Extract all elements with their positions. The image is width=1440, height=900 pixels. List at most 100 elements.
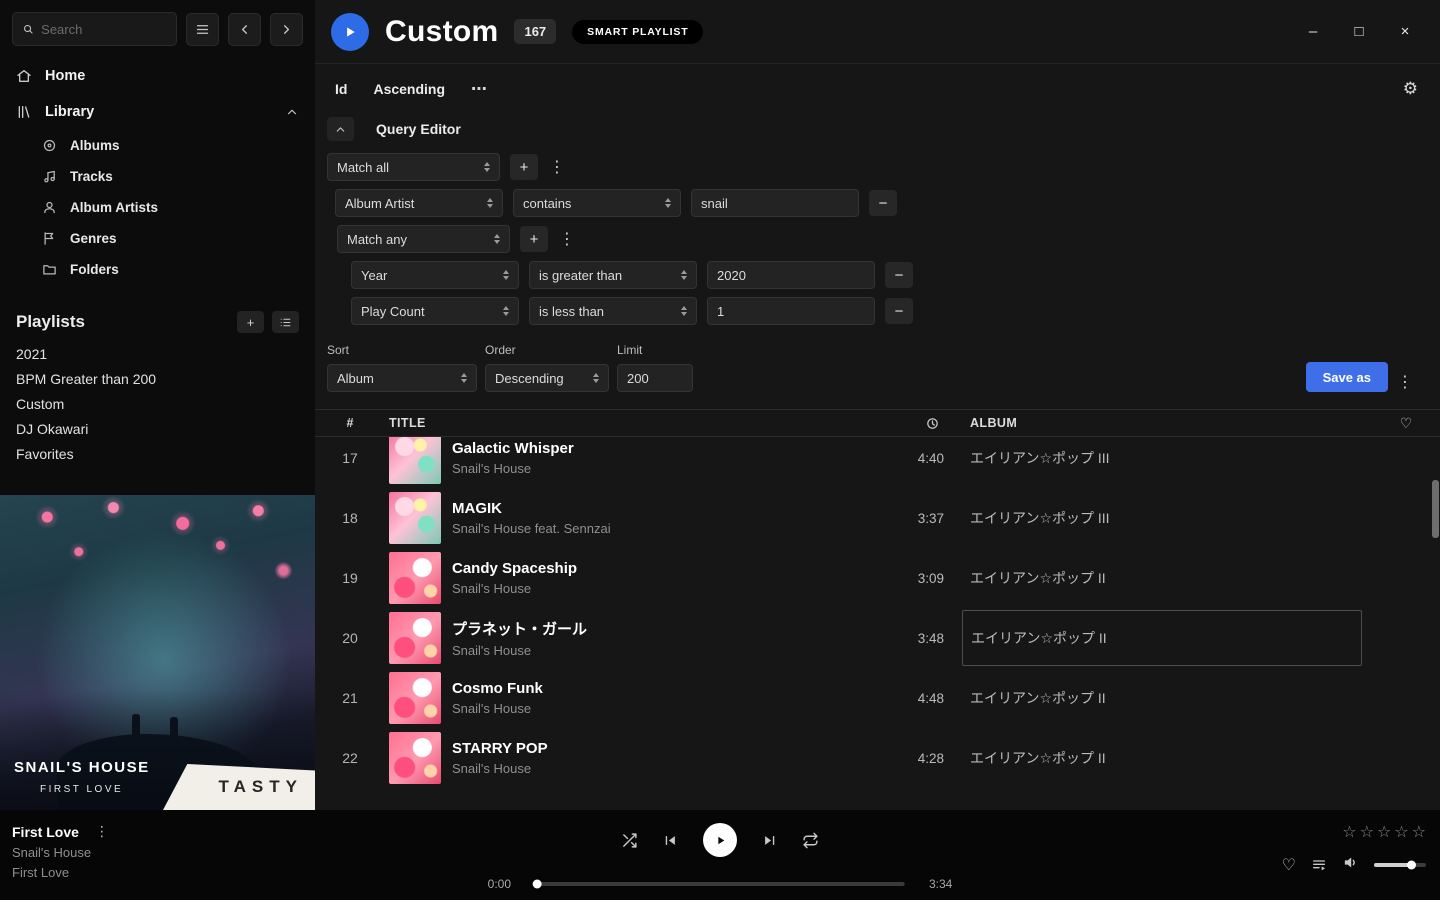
table-row[interactable]: 19 Candy Spaceship Snail's House 3:09 エイ…	[315, 548, 1440, 608]
sidebar-item-library[interactable]: Library	[0, 94, 315, 130]
now-playing-album[interactable]: First Love	[12, 865, 109, 880]
search-input[interactable]	[41, 22, 167, 37]
order-label: Order	[485, 343, 609, 357]
volume-thumb[interactable]	[1407, 861, 1416, 870]
column-index[interactable]: #	[327, 416, 373, 430]
star-icon[interactable]: ☆	[1377, 822, 1391, 842]
sidebar-item-tracks[interactable]: Tracks	[0, 161, 315, 192]
group-rule-field-select[interactable]: Play Count	[351, 297, 519, 325]
window-close-button[interactable]: ×	[1394, 20, 1416, 44]
previous-track-button[interactable]	[663, 833, 678, 848]
save-as-button[interactable]: Save as	[1306, 362, 1388, 392]
plus-icon: +	[247, 315, 255, 330]
sort-direction-control[interactable]: Ascending	[373, 81, 445, 97]
group-match-select[interactable]: Match any	[337, 225, 510, 253]
column-title[interactable]: TITLE	[373, 416, 864, 430]
star-icon[interactable]: ☆	[1394, 822, 1408, 842]
add-playlist-button[interactable]: +	[237, 311, 264, 333]
rule-value-input[interactable]	[691, 189, 859, 217]
star-icon[interactable]: ☆	[1412, 822, 1426, 842]
playlist-item-2021[interactable]: 2021	[0, 341, 315, 366]
group-rule-value-input[interactable]	[707, 297, 875, 325]
repeat-button[interactable]	[802, 832, 819, 849]
next-track-button[interactable]	[762, 833, 777, 848]
sidebar-item-home[interactable]: Home	[0, 58, 315, 94]
limit-label: Limit	[617, 343, 693, 357]
save-menu-button[interactable]: ⋮	[1396, 372, 1414, 392]
column-album[interactable]: ALBUM	[954, 416, 1384, 430]
now-playing-menu-button[interactable]: ⋮	[95, 823, 109, 840]
focused-album-cell[interactable]: エイリアン☆ポップ II	[962, 610, 1362, 666]
play-playlist-button[interactable]	[331, 13, 369, 51]
group-rule-operator-select[interactable]: is less than	[529, 297, 697, 325]
table-row[interactable]: 21 Cosmo Funk Snail's House 4:48 エイリアン☆ポ…	[315, 668, 1440, 728]
sort-select[interactable]: Album	[327, 364, 477, 392]
window-maximize-button[interactable]: □	[1348, 20, 1370, 44]
sort-field-control[interactable]: Id	[335, 81, 347, 97]
select-caret-icon	[585, 373, 599, 383]
rule-operator-select[interactable]: contains	[513, 189, 681, 217]
page-title: Custom	[385, 15, 498, 49]
playlist-item-bpm[interactable]: BPM Greater than 200	[0, 366, 315, 391]
star-icon[interactable]: ☆	[1342, 822, 1356, 842]
now-playing-title[interactable]: First Love	[12, 824, 79, 840]
root-match-select[interactable]: Match all	[327, 153, 500, 181]
library-collapse[interactable]	[285, 105, 299, 119]
add-rule-button[interactable]: +	[510, 154, 538, 180]
play-pause-button[interactable]	[703, 823, 737, 857]
playlist-item-favorites[interactable]: Favorites	[0, 441, 315, 466]
track-number: 19	[327, 570, 373, 586]
seek-bar[interactable]	[535, 882, 905, 886]
playlist-item-dj-okawari[interactable]: DJ Okawari	[0, 416, 315, 441]
select-caret-icon	[486, 234, 500, 244]
group-rule-operator-select[interactable]: is greater than	[529, 261, 697, 289]
group-match-value: Match any	[347, 232, 407, 247]
select-caret-icon	[495, 306, 509, 316]
sidebar-item-genres[interactable]: Genres	[0, 223, 315, 254]
more-options-button[interactable]: ⋯	[471, 79, 488, 99]
search-box[interactable]	[12, 12, 177, 46]
table-row[interactable]: 18 MAGIK Snail's House feat. Sennzai 3:3…	[315, 488, 1440, 548]
table-row[interactable]: 22 STARRY POP Snail's House 4:28 エイリアン☆ポ…	[315, 728, 1440, 788]
group-rule-value-input[interactable]	[707, 261, 875, 289]
seek-thumb[interactable]	[533, 880, 542, 889]
star-icon[interactable]: ☆	[1360, 822, 1374, 842]
sidebar-item-folders[interactable]: Folders	[0, 254, 315, 285]
group-add-rule-button[interactable]: +	[520, 226, 548, 252]
remove-rule-button[interactable]: −	[869, 190, 897, 216]
table-row[interactable]: 20 プラネット・ガール Snail's House 3:48 エイリアン☆ポッ…	[315, 608, 1440, 668]
volume-slider[interactable]	[1374, 863, 1426, 867]
window-minimize-button[interactable]: –	[1302, 20, 1324, 44]
column-duration[interactable]	[925, 416, 954, 431]
query-editor-collapse-button[interactable]	[327, 117, 354, 141]
sidebar-item-album-artists[interactable]: Album Artists	[0, 192, 315, 223]
nav-back-button[interactable]	[228, 13, 261, 46]
album-art-thumbnail	[389, 492, 441, 544]
track-count-badge: 167	[514, 19, 556, 44]
queue-button[interactable]	[1311, 857, 1327, 873]
playlist-item-custom[interactable]: Custom	[0, 391, 315, 416]
favorite-heart-icon[interactable]: ♡	[1282, 855, 1296, 875]
track-duration: 3:09	[864, 571, 954, 586]
group-rule-field-select[interactable]: Year	[351, 261, 519, 289]
settings-gear-icon[interactable]: ⚙	[1403, 79, 1418, 99]
column-favorite[interactable]: ♡	[1400, 415, 1413, 432]
rule-group-menu-button[interactable]: ⋮	[548, 157, 566, 177]
menu-button[interactable]	[186, 13, 219, 46]
group-menu-button[interactable]: ⋮	[558, 229, 576, 249]
shuffle-button[interactable]	[621, 832, 638, 849]
volume-button[interactable]	[1342, 854, 1359, 876]
limit-input[interactable]	[617, 364, 693, 392]
rule-field-select[interactable]: Album Artist	[335, 189, 503, 217]
nav-forward-button[interactable]	[270, 13, 303, 46]
track-number: 21	[327, 690, 373, 706]
now-playing-artist[interactable]: Snail's House	[12, 845, 109, 860]
table-row[interactable]: 17 Galactic Whisper Snail's House 4:40 エ…	[315, 437, 1440, 488]
remove-rule-button[interactable]: −	[885, 298, 913, 324]
scrollbar-thumb[interactable]	[1432, 480, 1439, 538]
track-title: STARRY POP	[452, 740, 548, 757]
sidebar-item-albums[interactable]: Albums	[0, 130, 315, 161]
remove-rule-button[interactable]: −	[885, 262, 913, 288]
playlist-list-button[interactable]	[272, 311, 299, 333]
order-select[interactable]: Descending	[485, 364, 609, 392]
